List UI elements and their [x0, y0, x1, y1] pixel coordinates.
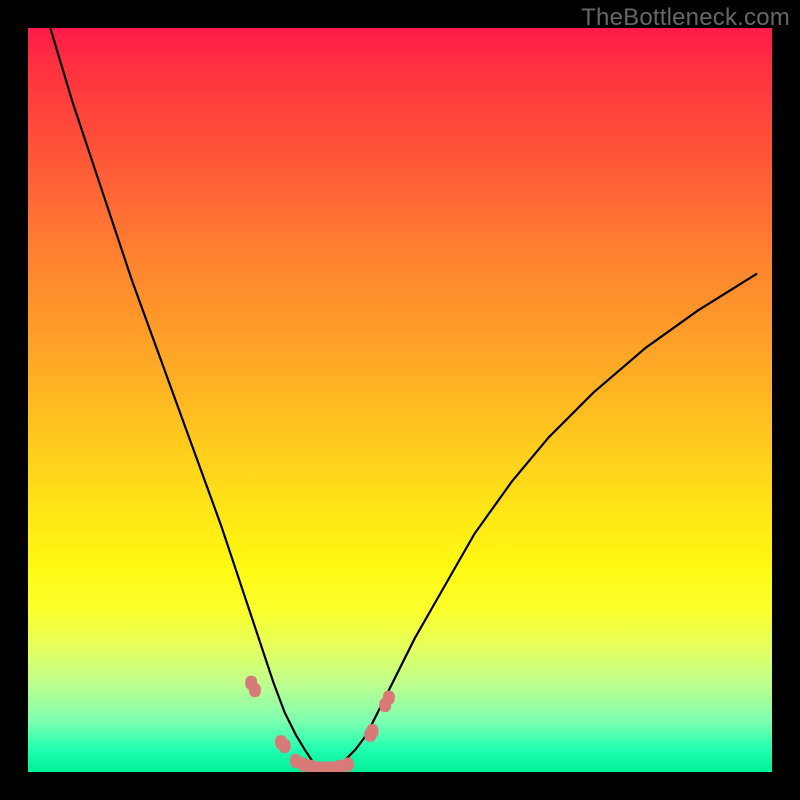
chart-frame: TheBottleneck.com — [0, 0, 800, 800]
marker-dot — [342, 758, 354, 772]
bottleneck-curve — [50, 28, 757, 768]
marker-dot — [249, 683, 261, 697]
plot-area — [28, 28, 772, 772]
watermark-text: TheBottleneck.com — [581, 4, 790, 32]
marker-dot — [383, 691, 395, 705]
marker-dot — [279, 739, 291, 753]
marker-dot — [366, 724, 378, 738]
plot-svg — [28, 28, 772, 772]
